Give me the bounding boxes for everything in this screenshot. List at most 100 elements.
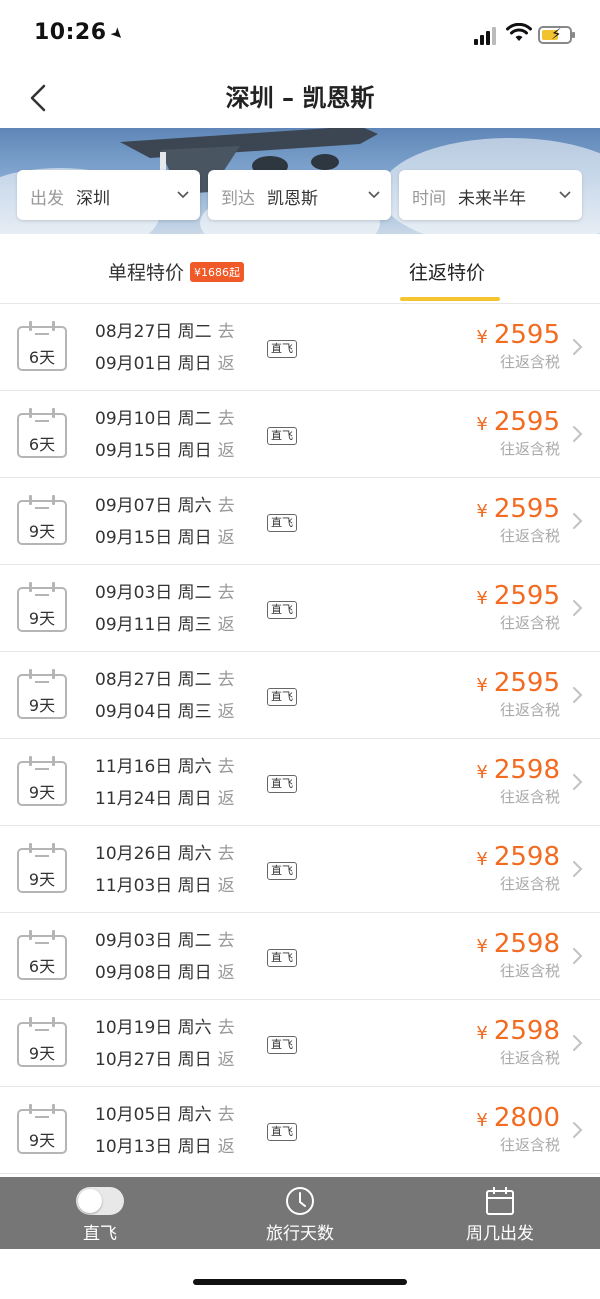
fare-row[interactable]: 9天 11月16日 周六去 11月24日 周日返 直飞 ¥2598 往返含税 bbox=[0, 739, 600, 826]
price-note: 往返含税 bbox=[499, 527, 560, 545]
currency-symbol: ¥ bbox=[476, 936, 488, 957]
calendar-icon: 6天 bbox=[17, 930, 67, 980]
active-tab-indicator bbox=[400, 297, 500, 301]
fare-row[interactable]: 9天 10月26日 周六去 11月03日 周日返 直飞 ¥2598 往返含税 bbox=[0, 826, 600, 913]
toggle-switch-icon[interactable] bbox=[76, 1187, 124, 1215]
return-date: 10月13日 周日 bbox=[95, 1137, 212, 1157]
filter-depart[interactable]: 出发 深圳 bbox=[17, 170, 200, 220]
price-note: 往返含税 bbox=[499, 440, 560, 458]
filter-time-label: 时间 bbox=[412, 189, 446, 209]
fare-row[interactable]: 9天 09月03日 周二去 09月11日 周三返 直飞 ¥2595 往返含税 bbox=[0, 565, 600, 652]
outbound-tag: 去 bbox=[217, 931, 235, 951]
fare-price: ¥2595 往返含税 bbox=[476, 668, 560, 719]
trip-days: 6天 bbox=[28, 435, 56, 454]
return-line: 09月15日 周日返 bbox=[95, 436, 235, 468]
currency-symbol: ¥ bbox=[476, 1110, 488, 1131]
direct-flight-badge: 直飞 bbox=[267, 688, 297, 706]
fare-row[interactable]: 9天 08月27日 周二去 09月04日 周三返 直飞 ¥2595 往返含税 bbox=[0, 652, 600, 739]
outbound-tag: 去 bbox=[217, 322, 235, 342]
fare-price: ¥2595 往返含税 bbox=[476, 407, 560, 458]
currency-symbol: ¥ bbox=[476, 762, 488, 783]
trip-days: 6天 bbox=[28, 348, 56, 367]
calendar-icon bbox=[486, 1187, 514, 1215]
price-value: 2595 bbox=[493, 668, 560, 698]
currency-symbol: ¥ bbox=[476, 414, 488, 435]
currency-symbol: ¥ bbox=[476, 501, 488, 522]
return-date: 11月24日 周日 bbox=[95, 789, 212, 809]
fare-row[interactable]: 6天 09月10日 周二去 09月15日 周日返 直飞 ¥2595 往返含税 bbox=[0, 391, 600, 478]
return-tag: 返 bbox=[217, 1050, 235, 1070]
direct-flight-badge: 直飞 bbox=[267, 1036, 297, 1054]
calendar-icon: 9天 bbox=[17, 843, 67, 893]
chevron-right-icon bbox=[573, 600, 583, 616]
return-line: 09月11日 周三返 bbox=[95, 610, 235, 642]
outbound-date: 09月07日 周六 bbox=[95, 496, 212, 516]
fare-dates: 09月03日 周二去 09月11日 周三返 bbox=[95, 578, 235, 642]
fare-price: ¥2598 往返含税 bbox=[476, 755, 560, 806]
return-line: 09月04日 周三返 bbox=[95, 697, 235, 729]
oneway-price-badge: ¥1686起 bbox=[190, 262, 245, 282]
fare-dates: 11月16日 周六去 11月24日 周日返 bbox=[95, 752, 235, 816]
fare-row[interactable]: 9天 10月05日 周六去 10月13日 周日返 直飞 ¥2800 往返含税 bbox=[0, 1087, 600, 1174]
direct-flight-badge: 直飞 bbox=[267, 775, 297, 793]
fare-dates: 08月27日 周二去 09月04日 周三返 bbox=[95, 665, 235, 729]
weekday-filter-label: 周几出发 bbox=[466, 1224, 534, 1244]
clock-icon bbox=[286, 1187, 314, 1215]
wifi-icon bbox=[506, 23, 532, 41]
location-arrow-icon: ➤ bbox=[106, 23, 129, 45]
calendar-icon: 9天 bbox=[17, 756, 67, 806]
weekday-filter-button[interactable]: 周几出发 bbox=[400, 1177, 600, 1249]
tab-oneway-label: 单程特价 bbox=[108, 262, 185, 284]
return-tag: 返 bbox=[217, 702, 235, 722]
fare-row[interactable]: 9天 09月07日 周六去 09月15日 周日返 直飞 ¥2595 往返含税 bbox=[0, 478, 600, 565]
nav-bar: 深圳 – 凯恩斯 bbox=[0, 68, 600, 128]
return-tag: 返 bbox=[217, 615, 235, 635]
outbound-line: 08月27日 周二去 bbox=[95, 317, 235, 349]
outbound-tag: 去 bbox=[217, 496, 235, 516]
bottom-filter-bar: 直飞 旅行天数 周几出发 bbox=[0, 1177, 600, 1249]
return-tag: 返 bbox=[217, 1137, 235, 1157]
duration-filter-button[interactable]: 旅行天数 bbox=[200, 1177, 400, 1249]
fare-price: ¥2598 往返含税 bbox=[476, 1016, 560, 1067]
return-date: 09月11日 周三 bbox=[95, 615, 212, 635]
fare-price: ¥2595 往返含税 bbox=[476, 581, 560, 632]
trip-days: 9天 bbox=[28, 1044, 56, 1063]
filter-arrive-label: 到达 bbox=[221, 189, 255, 209]
outbound-line: 09月10日 周二去 bbox=[95, 404, 235, 436]
fare-row[interactable]: 6天 09月03日 周二去 09月08日 周日返 直飞 ¥2598 往返含税 bbox=[0, 913, 600, 1000]
price-value: 2800 bbox=[493, 1103, 560, 1133]
fare-list: 6天 08月27日 周二去 09月01日 周日返 直飞 ¥2595 往返含税 6… bbox=[0, 304, 600, 1174]
outbound-line: 09月07日 周六去 bbox=[95, 491, 235, 523]
fare-row[interactable]: 6天 08月27日 周二去 09月01日 周日返 直飞 ¥2595 往返含税 bbox=[0, 304, 600, 391]
return-date: 09月15日 周日 bbox=[95, 528, 212, 548]
currency-symbol: ¥ bbox=[476, 675, 488, 696]
return-date: 11月03日 周日 bbox=[95, 876, 212, 896]
direct-toggle-button[interactable]: 直飞 bbox=[0, 1177, 200, 1249]
return-date: 09月04日 周三 bbox=[95, 702, 212, 722]
price-amount: ¥2595 bbox=[476, 320, 560, 353]
price-note: 往返含税 bbox=[499, 1049, 560, 1067]
chevron-right-icon bbox=[573, 426, 583, 442]
return-tag: 返 bbox=[217, 876, 235, 896]
outbound-date: 10月19日 周六 bbox=[95, 1018, 212, 1038]
outbound-line: 09月03日 周二去 bbox=[95, 926, 235, 958]
return-tag: 返 bbox=[217, 441, 235, 461]
filter-time[interactable]: 时间 未来半年 bbox=[399, 170, 582, 220]
fare-price: ¥2595 往返含税 bbox=[476, 320, 560, 371]
price-note: 往返含税 bbox=[499, 353, 560, 371]
outbound-date: 08月27日 周二 bbox=[95, 670, 212, 690]
chevron-right-icon bbox=[573, 861, 583, 877]
outbound-line: 08月27日 周二去 bbox=[95, 665, 235, 697]
filter-arrive[interactable]: 到达 凯恩斯 bbox=[208, 170, 391, 220]
outbound-tag: 去 bbox=[217, 583, 235, 603]
price-value: 2595 bbox=[493, 320, 560, 350]
fare-price: ¥2598 往返含税 bbox=[476, 929, 560, 980]
outbound-line: 11月16日 周六去 bbox=[95, 752, 235, 784]
chevron-right-icon bbox=[573, 339, 583, 355]
price-value: 2598 bbox=[493, 929, 560, 959]
chevron-right-icon bbox=[573, 513, 583, 529]
fare-row[interactable]: 9天 10月19日 周六去 10月27日 周日返 直飞 ¥2598 往返含税 bbox=[0, 1000, 600, 1087]
outbound-date: 10月26日 周六 bbox=[95, 844, 212, 864]
filter-arrive-value: 凯恩斯 bbox=[267, 189, 318, 209]
fare-tabs: 单程特价 ¥1686起 往返特价 bbox=[0, 234, 600, 304]
